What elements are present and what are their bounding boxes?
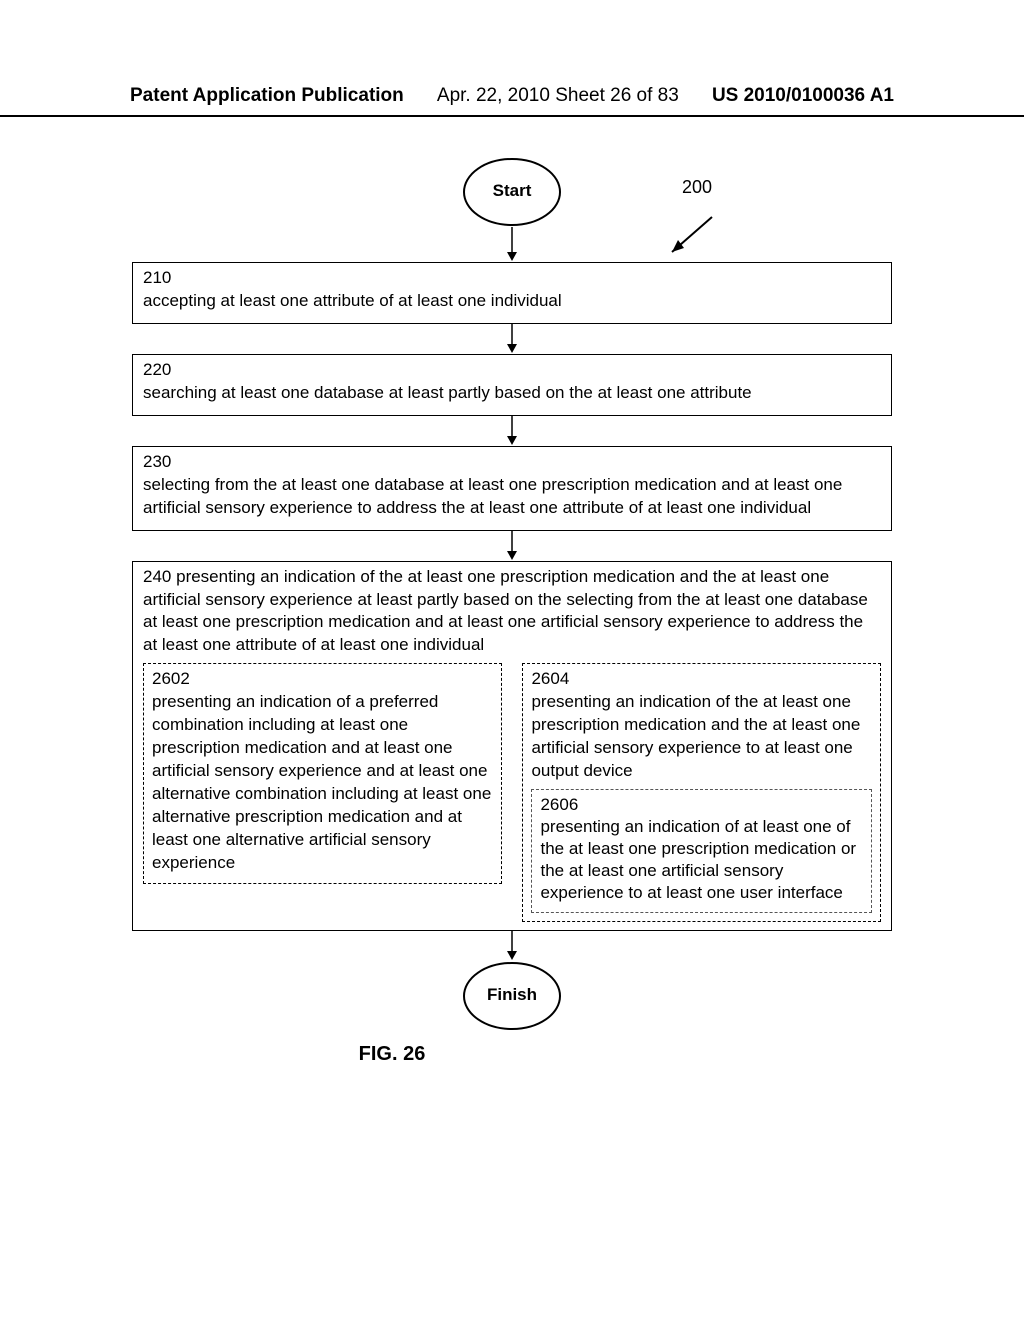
arrow-down-icon [502,324,522,354]
step-240-box: 240 presenting an indication of the at l… [132,561,892,932]
arrow-down-icon [502,416,522,446]
start-label: Start [462,181,562,201]
step-210-text: accepting at least one attribute of at l… [143,290,881,313]
date-sheet-label: Apr. 22, 2010 Sheet 26 of 83 [437,85,679,107]
sub-2604-text: presenting an indication of the at least… [531,692,860,780]
sub-2604-number: 2604 [531,668,872,691]
publication-label: Patent Application Publication [130,85,404,107]
sub-2606-box: 2606 presenting an indication of at leas… [531,789,872,913]
step-210-box: 210 accepting at least one attribute of … [132,262,892,324]
start-terminal: Start [462,157,562,227]
flowchart-diagram: 200 Start 210 accepting at least one att… [132,117,892,1066]
arrow-down-icon [502,531,522,561]
finish-label: Finish [462,985,562,1005]
step-240-number: 240 [143,567,171,586]
figure-label: FIG. 26 [0,1043,892,1066]
step-220-number: 220 [143,359,881,382]
step-230-text: selecting from the at least one database… [143,474,881,520]
sub-2602-text: presenting an indication of a preferred … [152,692,491,872]
diagram-reference-number: 200 [682,177,712,198]
reference-arrow-icon [662,212,722,262]
sub-2606-number: 2606 [540,794,863,816]
sub-step-row: 2602 presenting an indication of a prefe… [143,663,881,922]
step-230-box: 230 selecting from the at least one data… [132,446,892,531]
step-210-number: 210 [143,267,881,290]
publication-number: US 2010/0100036 A1 [712,85,894,107]
arrow-down-icon [502,227,522,262]
finish-terminal: Finish [462,961,562,1031]
sub-2602-number: 2602 [152,668,493,691]
sub-2602-box: 2602 presenting an indication of a prefe… [143,663,502,883]
step-230-number: 230 [143,451,881,474]
page-header: Patent Application Publication Apr. 22, … [0,0,1024,117]
arrow-down-icon [502,931,522,961]
step-240-text: presenting an indication of the at least… [143,567,868,655]
sub-2606-text: presenting an indication of at least one… [540,817,856,902]
step-220-text: searching at least one database at least… [143,382,881,405]
step-220-box: 220 searching at least one database at l… [132,354,892,416]
sub-2604-box: 2604 presenting an indication of the at … [522,663,881,922]
